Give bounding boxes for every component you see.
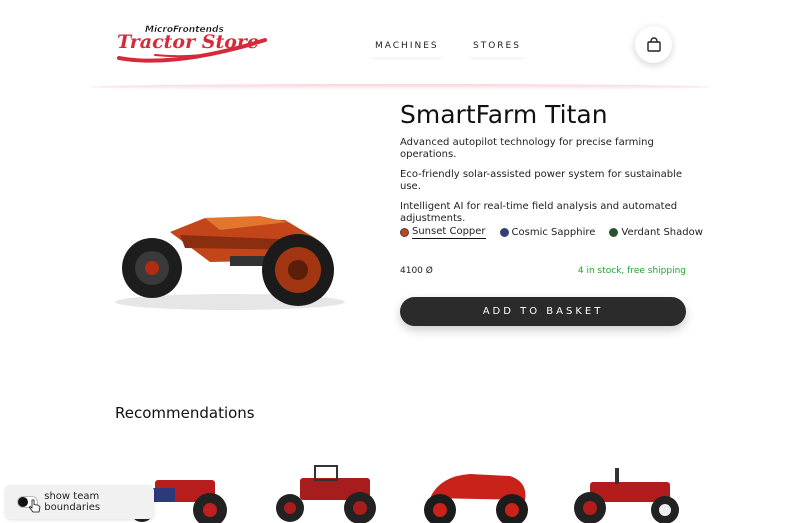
variant-sunset-copper[interactable]: Sunset Copper bbox=[400, 226, 486, 239]
color-swatch bbox=[609, 228, 619, 237]
nav-machines[interactable]: MACHINES bbox=[369, 39, 445, 57]
variant-label: Sunset Copper bbox=[412, 226, 486, 239]
recommendations-list bbox=[110, 458, 710, 523]
recommendations-heading: Recommendations bbox=[115, 404, 255, 422]
shopping-bag-icon bbox=[646, 36, 661, 52]
recommendation-item[interactable] bbox=[410, 458, 540, 523]
highlight-item: Advanced autopilot technology for precis… bbox=[400, 137, 654, 160]
color-swatch bbox=[400, 228, 409, 237]
basket-button[interactable] bbox=[635, 26, 672, 63]
nav-link-stores[interactable]: STORES bbox=[467, 39, 527, 57]
recommendation-item[interactable] bbox=[560, 458, 690, 523]
logo[interactable]: MicroFrontends Tractor Store bbox=[115, 22, 270, 68]
variant-verdant-shadow[interactable]: Verdant Shadow bbox=[609, 226, 703, 239]
variant-label: Cosmic Sapphire bbox=[511, 227, 596, 238]
product-title: SmartFarm Titan bbox=[400, 100, 608, 129]
variant-label: Verdant Shadow bbox=[621, 227, 703, 238]
add-to-basket-button[interactable]: ADD TO BASKET bbox=[400, 297, 686, 326]
recommendation-item[interactable] bbox=[260, 458, 390, 523]
pointer-cursor-icon bbox=[29, 499, 41, 513]
product-highlights: Advanced autopilot technology for precis… bbox=[400, 137, 700, 233]
team-boundaries-toggle[interactable]: show team boundaries bbox=[5, 485, 154, 519]
variant-options: Sunset Copper Cosmic Sapphire Verdant Sh… bbox=[400, 226, 717, 239]
nav-link-machines[interactable]: MACHINES bbox=[369, 39, 445, 57]
header-divider bbox=[90, 84, 710, 90]
color-swatch bbox=[499, 228, 509, 237]
nav-stores[interactable]: STORES bbox=[467, 39, 527, 57]
toggle-label: show team boundaries bbox=[44, 491, 101, 513]
price: 4100 Ø bbox=[400, 266, 433, 276]
toggle-knob bbox=[18, 497, 28, 507]
product-image bbox=[115, 216, 345, 310]
highlight-item: Intelligent AI for real-time field analy… bbox=[400, 201, 678, 224]
stock-status: 4 in stock, free shipping bbox=[577, 266, 686, 276]
variant-cosmic-sapphire[interactable]: Cosmic Sapphire bbox=[499, 226, 596, 239]
highlight-item: Eco-friendly solar-assisted power system… bbox=[400, 169, 682, 192]
site-header: MicroFrontends Tractor Store MACHINES ST… bbox=[0, 0, 800, 90]
